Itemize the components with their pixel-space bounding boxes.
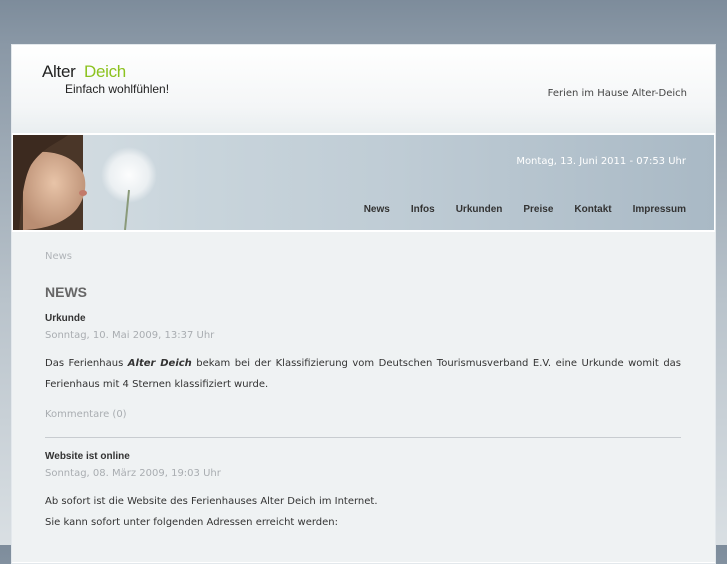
site-slogan: Einfach wohlfühlen! — [65, 82, 170, 96]
main-nav: News Infos Urkunden Preise Kontakt Impre… — [364, 204, 686, 215]
article-line: Sie kann sofort unter folgenden Adressen… — [45, 517, 339, 528]
breadcrumb[interactable]: News — [45, 251, 72, 262]
header-banner: Montag, 13. Juni 2011 - 07:53 Uhr News I… — [13, 135, 714, 230]
logo-text-deich[interactable]: Deich — [84, 62, 126, 82]
girl-lips — [79, 190, 87, 196]
article-divider — [45, 437, 681, 438]
site-header: Alter Deich Einfach wohlfühlen! Ferien i… — [12, 45, 715, 133]
page-title: NEWS — [45, 284, 87, 300]
logo-text-alter[interactable]: Alter — [42, 62, 76, 82]
nav-item-kontakt[interactable]: Kontakt — [574, 204, 611, 215]
nav-item-urkunden[interactable]: Urkunden — [456, 204, 503, 215]
nav-item-impressum[interactable]: Impressum — [633, 204, 686, 215]
site-subtitle: Ferien im Hause Alter-Deich — [547, 88, 687, 99]
article-line: Ab sofort ist die Website des Ferienhaus… — [45, 496, 378, 507]
article-date: Sonntag, 08. März 2009, 19:03 Uhr — [45, 468, 221, 479]
article-body: Das Ferienhaus Alter Deich bekam bei der… — [45, 353, 681, 395]
article-title[interactable]: Urkunde — [45, 313, 86, 324]
nav-item-news[interactable]: News — [364, 204, 390, 215]
comments-link[interactable]: Kommentare (0) — [45, 409, 127, 420]
article-body-intro: Das Ferienhaus — [45, 358, 128, 369]
article-body: Ab sofort ist die Website des Ferienhaus… — [45, 491, 681, 533]
banner-photo — [13, 135, 157, 230]
nav-item-infos[interactable]: Infos — [411, 204, 435, 215]
main-content: News NEWS Urkunde Sonntag, 10. Mai 2009,… — [12, 232, 715, 562]
current-date: Montag, 13. Juni 2011 - 07:53 Uhr — [516, 156, 686, 167]
article-title[interactable]: Website ist online — [45, 451, 130, 462]
nav-item-preise[interactable]: Preise — [523, 204, 553, 215]
article-date: Sonntag, 10. Mai 2009, 13:37 Uhr — [45, 330, 215, 341]
page-container: Alter Deich Einfach wohlfühlen! Ferien i… — [11, 44, 716, 564]
article-body-emphasis: Alter Deich — [127, 358, 192, 369]
